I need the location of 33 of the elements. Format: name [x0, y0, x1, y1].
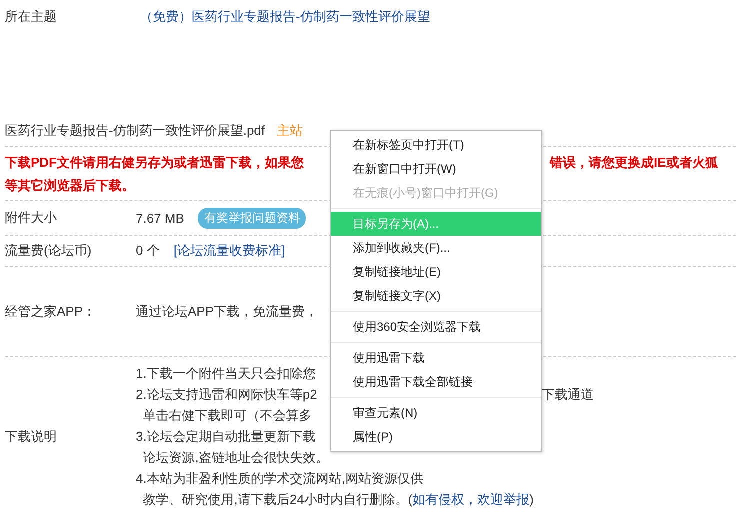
- app-text: 通过论坛APP下载，免流量费，: [136, 302, 318, 320]
- note-text: 教学、研究使用,请下载后24小时内自行删除。(如有侵权，欢迎举报): [142, 492, 534, 507]
- fee-value: 0 个: [136, 242, 160, 260]
- note-text: 1.下载一个附件当天只会扣除您: [136, 366, 316, 381]
- note-text: 单击右健下载即可（不会算多: [142, 408, 312, 423]
- menu-item[interactable]: 使用迅雷下载: [331, 346, 541, 370]
- menu-item[interactable]: 在新标签页中打开(T): [331, 133, 541, 157]
- file-size: 7.67 MB: [136, 210, 184, 226]
- note-text: 下载通道: [542, 386, 594, 404]
- topic-link[interactable]: （免费）医药行业专题报告-仿制药一致性评价展望: [140, 8, 430, 26]
- menu-item[interactable]: 复制链接地址(E): [331, 260, 541, 284]
- menu-item[interactable]: 审查元素(N): [331, 401, 541, 425]
- note-text: 2.论坛支持迅雷和网际快车等p2: [136, 387, 318, 402]
- fee-standard-link[interactable]: [论坛流量收费标准]: [174, 242, 286, 260]
- notice-text: 等其它浏览器后下载。: [5, 176, 135, 194]
- menu-item[interactable]: 添加到收藏夹(F)...: [331, 236, 541, 260]
- menu-item[interactable]: 使用迅雷下载全部链接: [331, 370, 541, 394]
- row-label: 经管之家APP：: [5, 302, 98, 320]
- menu-item[interactable]: 使用360安全浏览器下载: [331, 315, 541, 339]
- file-name: 医药行业专题报告-仿制药一致性评价展望.pdf: [5, 122, 266, 140]
- menu-item[interactable]: 在新窗口中打开(W): [331, 157, 541, 181]
- notice-text: 下载PDF文件请用右健另存为或者迅雷下载，如果您: [5, 154, 304, 170]
- notice-text: 错误，请您更换成IE或者火狐: [550, 154, 718, 172]
- note-text: 论坛资源,盗链地址会很快失效。: [142, 450, 329, 465]
- row-label: 所在主题: [5, 8, 58, 26]
- row-label: 流量费(论坛币): [5, 242, 93, 260]
- note-text: 4.本站为非盈利性质的学术交流网站,网站资源仅供: [136, 471, 424, 486]
- menu-item[interactable]: 属性(P): [331, 425, 541, 449]
- row-label: 下载说明: [5, 428, 58, 446]
- row-label: 附件大小: [5, 209, 58, 227]
- note-text: 3.论坛会定期自动批量更新下载: [136, 429, 316, 444]
- report-link[interactable]: 如有侵权，欢迎举报: [412, 492, 530, 507]
- menu-item[interactable]: 复制链接文字(X): [331, 284, 541, 308]
